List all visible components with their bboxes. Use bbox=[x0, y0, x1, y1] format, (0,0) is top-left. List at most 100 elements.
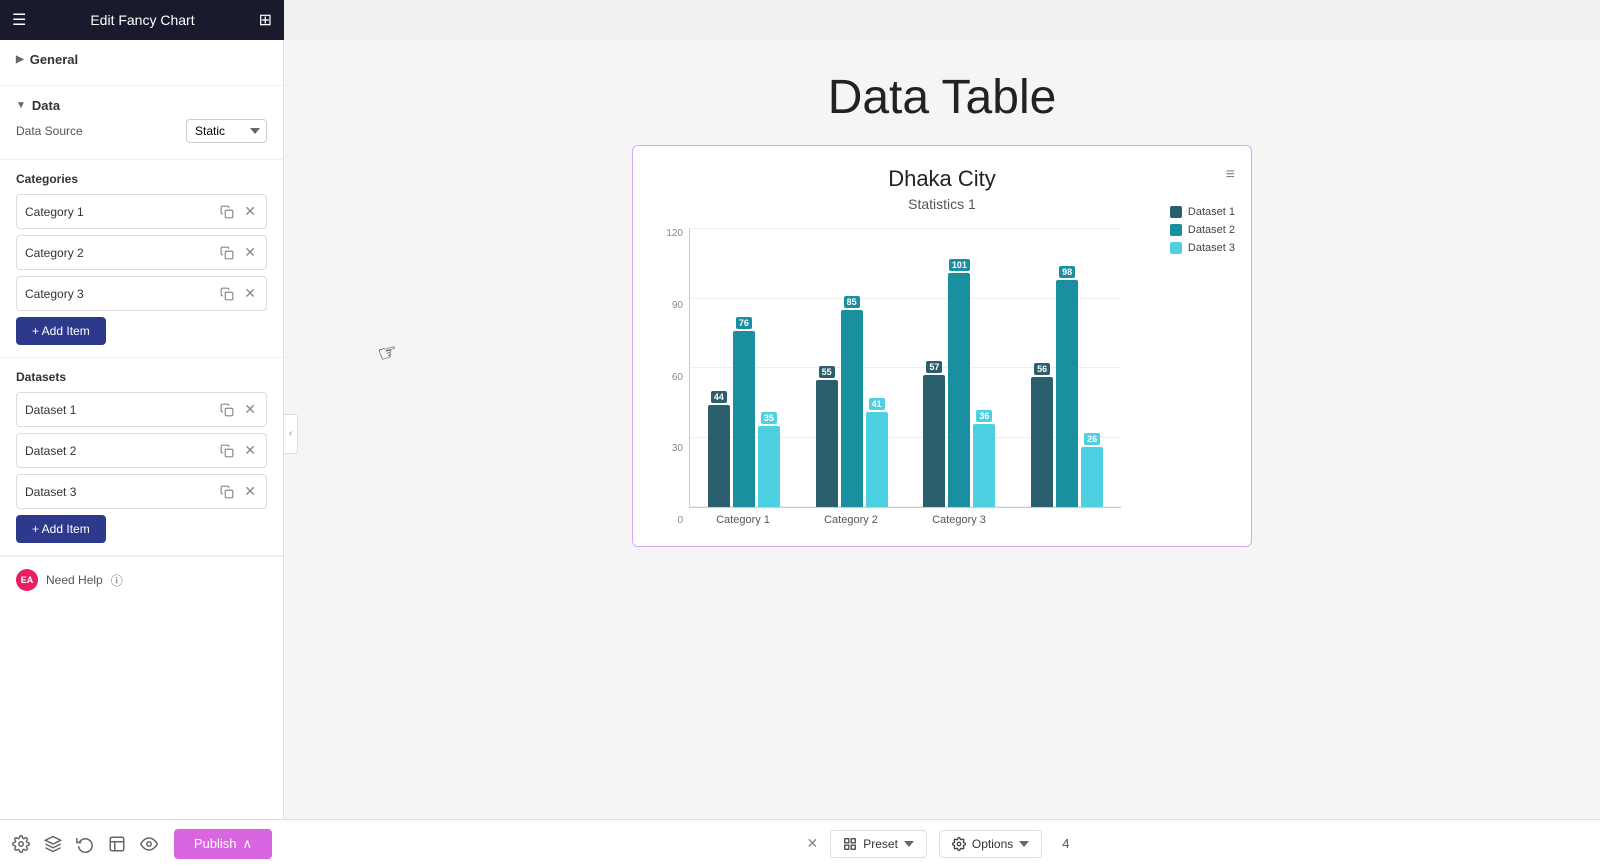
categories-section: Categories Category 1 ✕ Category 2 bbox=[0, 160, 283, 358]
close-button[interactable]: ✕ bbox=[806, 835, 818, 852]
publish-button[interactable]: Publish ∧ bbox=[174, 829, 272, 859]
legend-label-1: Dataset 1 bbox=[1188, 206, 1235, 218]
datasets-label: Datasets bbox=[16, 370, 267, 384]
legend-dot-1 bbox=[1170, 206, 1182, 218]
category-2-copy-button[interactable] bbox=[218, 244, 236, 262]
category-2-label: Category 2 bbox=[25, 246, 218, 260]
menu-icon[interactable]: ☰ bbox=[12, 10, 26, 30]
bar-value-cat4-ds1: 56 bbox=[1034, 363, 1050, 375]
dataset-1-copy-button[interactable] bbox=[218, 401, 236, 419]
grid-icon[interactable]: ⊞ bbox=[259, 10, 272, 30]
bar-value-cat3-ds3: 36 bbox=[976, 410, 992, 422]
bar-rect-cat3-ds1 bbox=[923, 375, 945, 507]
y-label-60: 60 bbox=[653, 372, 683, 383]
sidebar: ▶ General ▼ Data Data Source Static Dyna… bbox=[0, 40, 284, 867]
bar-cat3-ds3: 36 bbox=[973, 424, 995, 507]
bar-cat2-ds3: 41 bbox=[866, 412, 888, 507]
data-section-header[interactable]: ▼ Data bbox=[16, 98, 267, 113]
y-label-90: 90 bbox=[653, 300, 683, 311]
sidebar-collapse-button[interactable]: ‹ bbox=[284, 414, 298, 454]
x-labels: Category 1 Category 2 Category 3 bbox=[689, 508, 1121, 526]
settings-button[interactable] bbox=[12, 835, 30, 853]
category-3-delete-button[interactable]: ✕ bbox=[242, 283, 258, 304]
x-label-3: Category 3 bbox=[905, 508, 1013, 526]
dataset-1-delete-button[interactable]: ✕ bbox=[242, 399, 258, 420]
x-label-1: Category 1 bbox=[689, 508, 797, 526]
bar-cat2-ds1: 55 bbox=[816, 380, 838, 507]
topbar-title: Edit Fancy Chart bbox=[90, 12, 194, 28]
bar-value-cat2-ds1: 55 bbox=[819, 366, 835, 378]
category-1-copy-button[interactable] bbox=[218, 203, 236, 221]
chart-menu-icon[interactable]: ≡ bbox=[1226, 166, 1235, 184]
x-label-4 bbox=[1013, 508, 1121, 526]
bar-value-cat2-ds2: 85 bbox=[844, 296, 860, 308]
bar-value-cat1-ds3: 35 bbox=[761, 412, 777, 424]
category-group-2: 55 85 41 bbox=[798, 310, 906, 507]
dataset-3-copy-button[interactable] bbox=[218, 483, 236, 501]
preset-button[interactable]: Preset bbox=[830, 830, 927, 858]
bar-value-cat3-ds2: 101 bbox=[949, 259, 970, 271]
x-label-2: Category 2 bbox=[797, 508, 905, 526]
bar-cat1-ds3: 35 bbox=[758, 426, 780, 507]
datasets-add-item-button[interactable]: + Add Item bbox=[16, 515, 106, 543]
bar-value-cat2-ds3: 41 bbox=[869, 398, 885, 410]
bar-rect-cat4-ds1 bbox=[1031, 377, 1053, 507]
preview-button[interactable] bbox=[140, 835, 158, 853]
categories-add-item-button[interactable]: + Add Item bbox=[16, 317, 106, 345]
help-avatar: EA bbox=[16, 569, 38, 591]
category-group-3: 57 101 36 bbox=[906, 273, 1014, 507]
publish-label: Publish bbox=[194, 836, 237, 851]
help-footer: EA Need Help ⓘ bbox=[0, 556, 283, 603]
bar-cat4-ds2: 98 bbox=[1056, 280, 1078, 507]
bottom-toolbar: Publish ∧ bbox=[0, 819, 284, 867]
dataset-3-actions: ✕ bbox=[218, 481, 258, 502]
help-info-icon[interactable]: ⓘ bbox=[111, 572, 123, 589]
chart-container: Dhaka City Statistics 1 ≡ Dataset 1 Data… bbox=[284, 145, 1600, 819]
category-group-1: 44 76 35 bbox=[690, 331, 798, 507]
bar-cat1-ds2: 76 bbox=[733, 331, 755, 507]
layout-button[interactable] bbox=[108, 835, 126, 853]
bar-cat2-ds2: 85 bbox=[841, 310, 863, 507]
category-2-delete-button[interactable]: ✕ bbox=[242, 242, 258, 263]
bar-chart-area: 44 76 35 bbox=[689, 228, 1121, 508]
dataset-2-actions: ✕ bbox=[218, 440, 258, 461]
bar-cat3-ds2: 101 bbox=[948, 273, 970, 507]
bar-value-cat4-ds3: 26 bbox=[1084, 433, 1100, 445]
publish-chevron-icon: ∧ bbox=[242, 836, 252, 852]
category-3-actions: ✕ bbox=[218, 283, 258, 304]
undo-button[interactable] bbox=[76, 835, 94, 853]
dataset-2-delete-button[interactable]: ✕ bbox=[242, 440, 258, 461]
need-help-label[interactable]: Need Help bbox=[46, 573, 103, 587]
bar-value-cat4-ds2: 98 bbox=[1059, 266, 1075, 278]
dataset-item-2: Dataset 2 ✕ bbox=[16, 433, 267, 468]
chart-subtitle: Statistics 1 bbox=[653, 196, 1231, 212]
y-label-0: 0 bbox=[653, 515, 683, 526]
data-label: Data bbox=[32, 98, 60, 113]
bar-rect-cat1-ds3 bbox=[758, 426, 780, 507]
bar-rect-cat3-ds3 bbox=[973, 424, 995, 507]
bar-rect-cat1-ds1 bbox=[708, 405, 730, 507]
topbar: ☰ Edit Fancy Chart ⊞ bbox=[0, 0, 284, 40]
dataset-3-label: Dataset 3 bbox=[25, 485, 218, 499]
bar-value-cat3-ds1: 57 bbox=[926, 361, 942, 373]
general-arrow-icon: ▶ bbox=[16, 54, 24, 65]
options-button[interactable]: Options bbox=[939, 830, 1042, 858]
data-arrow-icon: ▼ bbox=[16, 100, 26, 111]
bar-rect-cat3-ds2 bbox=[948, 273, 970, 507]
category-1-delete-button[interactable]: ✕ bbox=[242, 201, 258, 222]
page-title: Data Table bbox=[284, 40, 1600, 145]
dataset-2-copy-button[interactable] bbox=[218, 442, 236, 460]
category-3-label: Category 3 bbox=[25, 287, 218, 301]
page-number: 4 bbox=[1054, 836, 1077, 851]
dataset-item-1: Dataset 1 ✕ bbox=[16, 392, 267, 427]
layers-button[interactable] bbox=[44, 835, 62, 853]
bar-rect-cat2-ds3 bbox=[866, 412, 888, 507]
category-3-copy-button[interactable] bbox=[218, 285, 236, 303]
general-section-header[interactable]: ▶ General bbox=[16, 52, 267, 67]
bar-rect-cat2-ds2 bbox=[841, 310, 863, 507]
data-source-select[interactable]: Static Dynamic bbox=[186, 119, 267, 143]
main-content: Data Table Dhaka City Statistics 1 ≡ Dat… bbox=[284, 40, 1600, 867]
bar-cat4-ds3: 26 bbox=[1081, 447, 1103, 507]
dataset-3-delete-button[interactable]: ✕ bbox=[242, 481, 258, 502]
dataset-1-actions: ✕ bbox=[218, 399, 258, 420]
